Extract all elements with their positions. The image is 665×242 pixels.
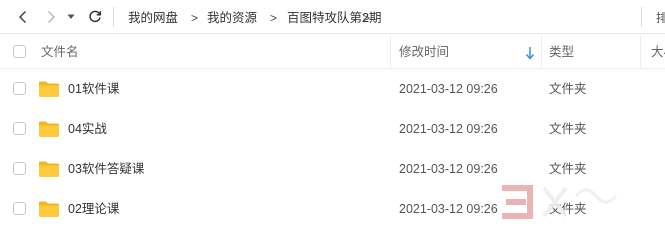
nav-right-divider [641, 7, 642, 27]
file-modified-time: 2021-03-12 09:26 [399, 82, 498, 96]
file-row[interactable]: 01软件课 2021-03-12 09:26 文件夹 [0, 69, 665, 109]
file-type: 文件夹 [549, 82, 587, 96]
file-browser-window: 我的网盘 > 我的资源 > 百图特攻队第2期 > 排 文件名 修改时间 类型 大… [0, 0, 665, 242]
column-header-name[interactable]: 文件名 [41, 44, 79, 60]
navigation-bar: 我的网盘 > 我的资源 > 百图特攻队第2期 > 排 [0, 0, 665, 34]
breadcrumb-expand-arrow[interactable]: > [363, 10, 370, 26]
file-name[interactable]: 01软件课 [68, 81, 119, 97]
refresh-icon [89, 10, 102, 23]
column-divider[interactable] [390, 35, 391, 69]
file-name[interactable]: 03软件答疑课 [68, 161, 144, 177]
column-header-size[interactable]: 大小 [651, 44, 665, 60]
file-modified-time: 2021-03-12 09:26 [399, 162, 498, 176]
file-row[interactable]: 04实战 2021-03-12 09:26 文件夹 [0, 109, 665, 149]
file-modified-time: 2021-03-12 09:26 [399, 202, 498, 216]
column-divider[interactable] [640, 35, 641, 69]
folder-icon [39, 121, 59, 137]
sort-menu-button[interactable]: 排 [656, 10, 665, 26]
file-type: 文件夹 [549, 202, 587, 216]
forward-button[interactable] [40, 5, 62, 29]
file-name[interactable]: 04实战 [68, 121, 107, 137]
select-all-checkbox[interactable] [13, 45, 26, 58]
file-type: 文件夹 [549, 122, 587, 136]
folder-icon [39, 81, 59, 97]
breadcrumb-separator: > [270, 11, 278, 25]
file-type: 文件夹 [549, 162, 587, 176]
sort-down-arrow-icon[interactable] [525, 46, 535, 60]
row-checkbox[interactable] [13, 202, 26, 215]
folder-icon [39, 161, 59, 177]
chevron-left-icon [18, 10, 27, 24]
column-header-modified[interactable]: 修改时间 [399, 44, 449, 60]
column-header-type[interactable]: 类型 [549, 44, 574, 60]
row-checkbox[interactable] [13, 162, 26, 175]
nav-divider [113, 7, 114, 27]
column-header: 文件名 修改时间 类型 大小 [0, 35, 665, 69]
row-checkbox[interactable] [13, 82, 26, 95]
breadcrumb-separator: > [191, 11, 199, 25]
refresh-button[interactable] [84, 5, 106, 29]
back-button[interactable] [12, 5, 34, 29]
chevron-right-icon [47, 10, 56, 24]
row-checkbox[interactable] [13, 122, 26, 135]
file-row[interactable]: 02理论课 2021-03-12 09:26 文件夹 [0, 189, 665, 229]
history-dropdown-button[interactable] [64, 5, 78, 29]
file-row[interactable]: 03软件答疑课 2021-03-12 09:26 文件夹 [0, 149, 665, 189]
breadcrumb-my-drive[interactable]: 我的网盘 [128, 10, 178, 26]
folder-icon [39, 201, 59, 217]
file-modified-time: 2021-03-12 09:26 [399, 122, 498, 136]
file-name[interactable]: 02理论课 [68, 201, 119, 217]
caret-down-icon [67, 14, 75, 19]
breadcrumb-my-resources[interactable]: 我的资源 [207, 10, 257, 26]
column-divider[interactable] [541, 35, 542, 69]
